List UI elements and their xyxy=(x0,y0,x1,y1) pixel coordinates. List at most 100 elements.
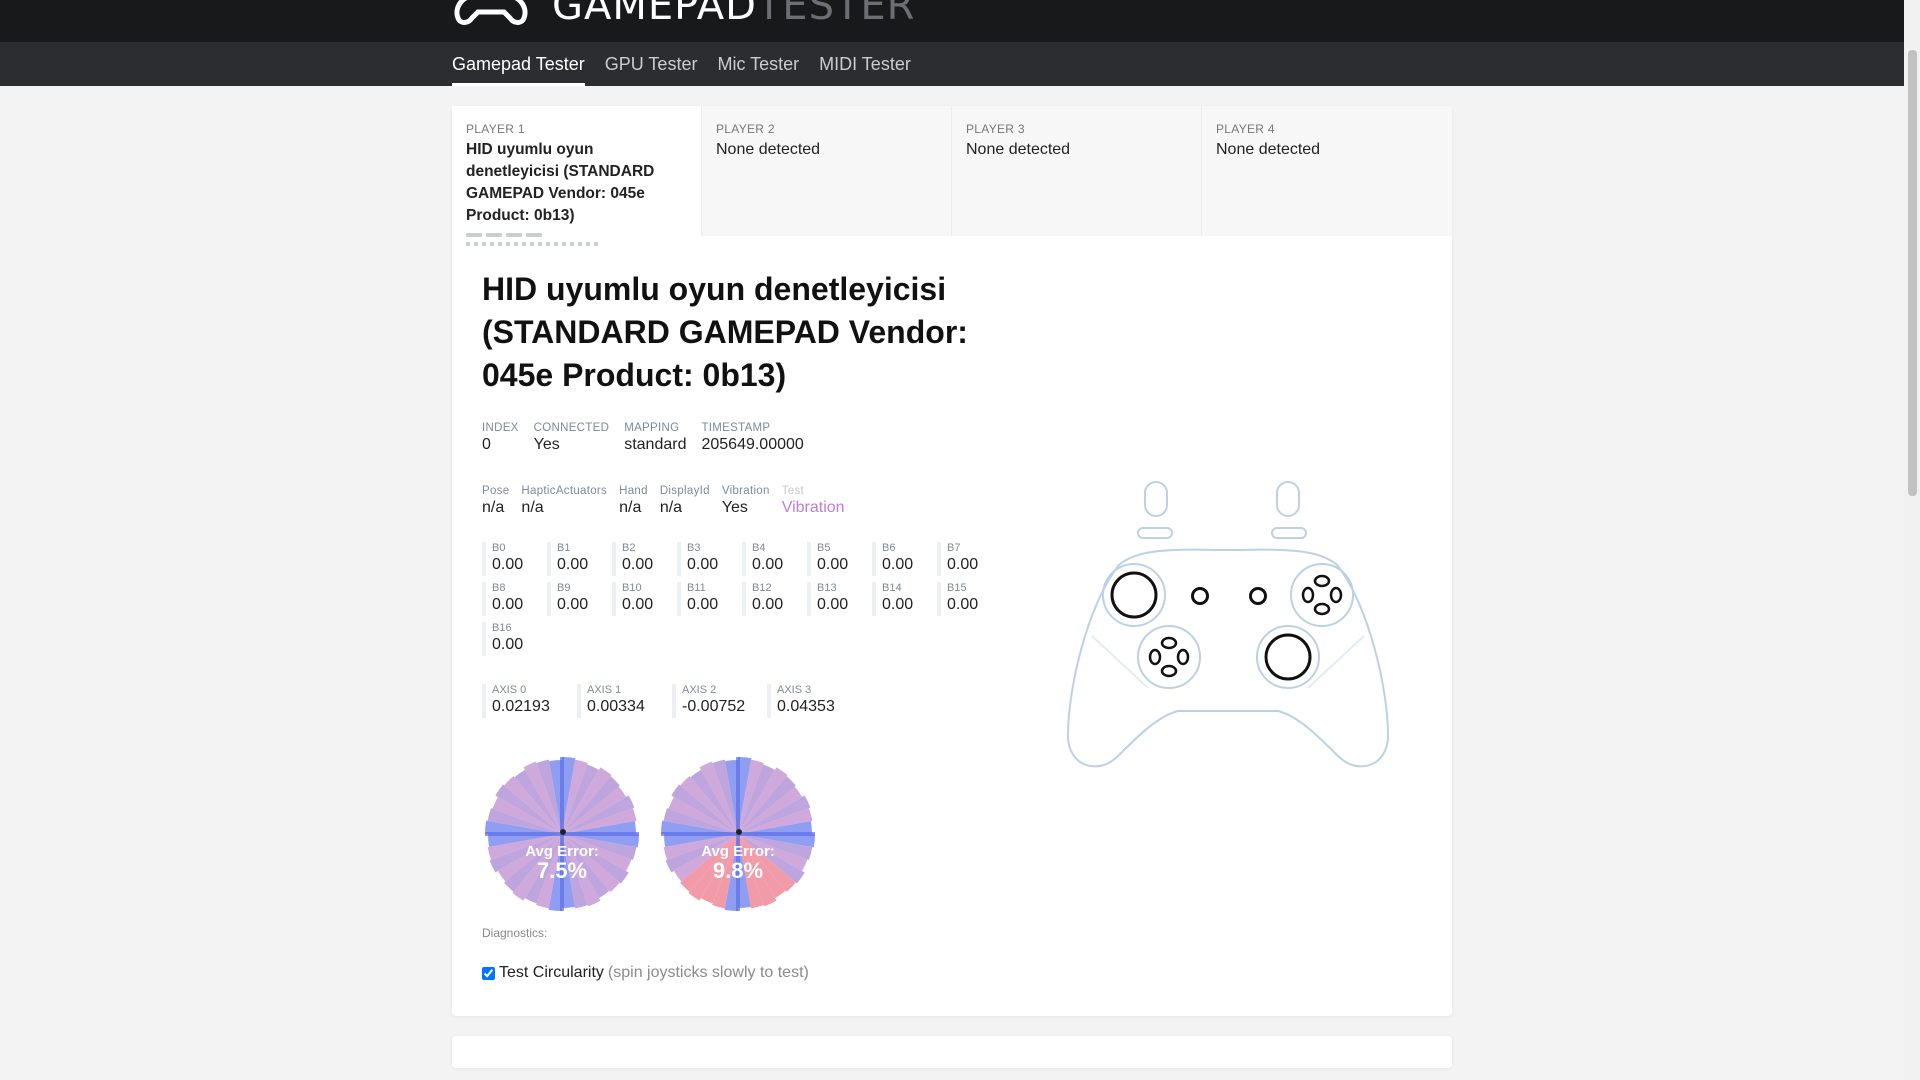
nav-bar: Gamepad Tester GPU Tester Mic Tester MID… xyxy=(0,42,1904,86)
stick-position-dot xyxy=(560,829,566,835)
tab-player-4[interactable]: PLAYER 4 None detected xyxy=(1202,106,1452,236)
test-circularity-checkbox[interactable] xyxy=(482,966,495,980)
nav-mic-tester[interactable]: Mic Tester xyxy=(717,42,799,86)
info-timestamp: TIMESTAMP 205649.00000 xyxy=(701,422,804,453)
player-name: None detected xyxy=(966,141,1071,158)
axis-label: AXIS 0 xyxy=(492,684,527,696)
start-button xyxy=(1249,587,1267,605)
prop-haptic-actuators: HapticActuators n/a xyxy=(521,485,608,516)
secondary-card xyxy=(452,1036,1452,1068)
button-label: B14 xyxy=(882,582,902,594)
player-label: PLAYER 2 xyxy=(716,122,775,136)
test-circularity-label: Test Circularity xyxy=(499,964,604,981)
info-row: INDEX 0 CONNECTED Yes MAPPING standard TIME… xyxy=(482,422,804,454)
info-index: INDEX 0 xyxy=(482,422,519,453)
avg-error-value: 7.5% xyxy=(537,858,587,883)
button-cell: B3 0.00 xyxy=(677,542,737,576)
circularity-left-stick: Avg Error:7.5% xyxy=(485,757,639,911)
props-row: Pose n/a HapticActuators n/a Hand n/a Displ… xyxy=(482,485,845,517)
button-label: B16 xyxy=(492,622,512,634)
player-name: HID uyumlu oyun denetleyicisi (STANDARD … xyxy=(466,141,655,224)
axis-label: AXIS 3 xyxy=(777,684,812,696)
prop-hand: Hand n/a xyxy=(619,485,648,516)
player-label: PLAYER 4 xyxy=(1216,122,1275,136)
test-circularity-row[interactable]: Test Circularity (spin joysticks slowly … xyxy=(482,964,809,982)
button-value: 0.00 xyxy=(947,596,979,613)
left-bumper xyxy=(1137,527,1173,539)
info-connected: CONNECTED Yes xyxy=(533,422,610,453)
button-label: B4 xyxy=(752,542,766,554)
button-cell: B11 0.00 xyxy=(677,582,737,616)
tab-player-1[interactable]: PLAYER 1 HID uyumlu oyun denetleyicisi (… xyxy=(452,106,702,246)
prop-vibration: Vibration Yes xyxy=(721,485,770,516)
vibration-test[interactable]: Test Vibration xyxy=(782,485,845,517)
button-cell: B4 0.00 xyxy=(742,542,802,576)
button-value: 0.00 xyxy=(622,596,654,613)
button-label: B6 xyxy=(882,542,896,554)
site-logo[interactable]: GAMEPADTESTER xyxy=(452,0,915,26)
player-name: None detected xyxy=(716,141,821,158)
left-stick-icon xyxy=(1110,571,1158,619)
diagnostics-label: Diagnostics: xyxy=(482,926,548,940)
button-label: B1 xyxy=(557,542,571,554)
button-value: 0.00 xyxy=(882,556,914,573)
button-label: B10 xyxy=(622,582,642,594)
logo-word-main: GAMEPAD xyxy=(552,0,757,29)
button-value: 0.00 xyxy=(557,596,589,613)
button-label: B8 xyxy=(492,582,506,594)
player-label: PLAYER 1 xyxy=(466,122,525,136)
axis-value: 0.00334 xyxy=(587,698,645,715)
button-value: 0.00 xyxy=(622,556,654,573)
button-value: 0.00 xyxy=(752,596,784,613)
gamepad-title: HID uyumlu oyun denetleyicisi (STANDARD … xyxy=(482,271,968,393)
button-cell: B9 0.00 xyxy=(547,582,607,616)
button-cell: B16 0.00 xyxy=(482,622,542,656)
logo-wordmark: GAMEPADTESTER xyxy=(552,0,915,26)
button-label: B0 xyxy=(492,542,506,554)
tab-player-3[interactable]: PLAYER 3 None detected xyxy=(952,106,1202,236)
mini-axes-indicator xyxy=(466,233,687,237)
button-label: B9 xyxy=(557,582,571,594)
axis-label: AXIS 1 xyxy=(587,684,622,696)
gamepad-card: PLAYER 1 HID uyumlu oyun denetleyicisi (… xyxy=(452,106,1452,1016)
page-scrollbar[interactable] xyxy=(1904,0,1920,1080)
select-button xyxy=(1191,587,1209,605)
nav-tabs: Gamepad Tester GPU Tester Mic Tester MID… xyxy=(452,42,911,86)
left-trigger xyxy=(1144,481,1168,517)
mini-buttons-indicator xyxy=(466,242,687,246)
button-value: 0.00 xyxy=(882,596,914,613)
player-label: PLAYER 3 xyxy=(966,122,1025,136)
gamepad-logo-icon xyxy=(454,0,528,25)
nav-gpu-tester[interactable]: GPU Tester xyxy=(605,42,698,86)
axis-cell: AXIS 0 0.02193 xyxy=(482,684,572,718)
button-label: B5 xyxy=(817,542,831,554)
button-label: B7 xyxy=(947,542,961,554)
player-tabs: PLAYER 1 HID uyumlu oyun denetleyicisi (… xyxy=(452,106,1452,246)
button-value: 0.00 xyxy=(687,556,719,573)
button-cell: B12 0.00 xyxy=(742,582,802,616)
tab-player-2[interactable]: PLAYER 2 None detected xyxy=(702,106,952,236)
axis-value: -0.00752 xyxy=(682,698,746,715)
button-value: 0.00 xyxy=(687,596,719,613)
button-cell: B15 0.00 xyxy=(937,582,997,616)
info-mapping: MAPPING standard xyxy=(624,422,687,453)
button-cell: B14 0.00 xyxy=(872,582,932,616)
button-cell: B13 0.00 xyxy=(807,582,867,616)
axis-cell: AXIS 2 -0.00752 xyxy=(672,684,762,718)
axis-cell: AXIS 1 0.00334 xyxy=(577,684,667,718)
avg-error-value: 9.8% xyxy=(713,858,763,883)
axis-cell: AXIS 3 0.04353 xyxy=(767,684,857,718)
nav-midi-tester[interactable]: MIDI Tester xyxy=(819,42,911,86)
axis-value: 0.02193 xyxy=(492,698,550,715)
test-circularity-hint: (spin joysticks slowly to test) xyxy=(607,964,809,981)
axis-label: AXIS 2 xyxy=(682,684,717,696)
top-header: GAMEPADTESTER xyxy=(0,0,1904,42)
nav-gamepad-tester[interactable]: Gamepad Tester xyxy=(452,42,585,86)
button-value: 0.00 xyxy=(492,636,524,653)
logo-word-dim: TESTER xyxy=(756,0,916,29)
button-value: 0.00 xyxy=(947,556,979,573)
stick-position-dot xyxy=(736,829,742,835)
button-value: 0.00 xyxy=(492,596,524,613)
button-value: 0.00 xyxy=(752,556,784,573)
scrollbar-thumb[interactable] xyxy=(1908,50,1917,496)
